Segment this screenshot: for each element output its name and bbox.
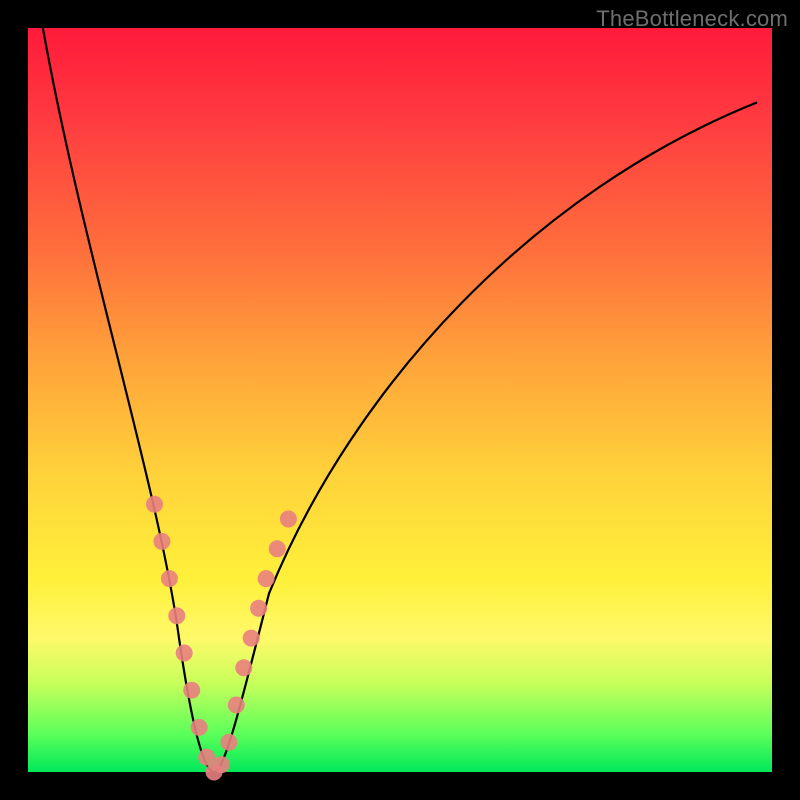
watermark-text: TheBottleneck.com <box>596 6 788 32</box>
data-marker <box>280 511 297 528</box>
data-marker <box>235 659 252 676</box>
data-marker <box>161 570 178 587</box>
curve-layer <box>43 28 757 772</box>
data-marker <box>220 734 237 751</box>
data-marker <box>243 630 260 647</box>
data-marker <box>176 645 193 662</box>
bottleneck-curve <box>43 28 757 772</box>
chart-frame: TheBottleneck.com <box>0 0 800 800</box>
chart-svg <box>28 28 772 772</box>
data-marker <box>258 570 275 587</box>
data-marker <box>183 682 200 699</box>
data-marker <box>191 719 208 736</box>
data-marker <box>146 496 163 513</box>
data-marker <box>269 540 286 557</box>
marker-layer <box>146 496 297 781</box>
data-marker <box>228 697 245 714</box>
data-marker <box>213 756 230 773</box>
plot-area <box>28 28 772 772</box>
data-marker <box>198 749 215 766</box>
data-marker <box>153 533 170 550</box>
data-marker <box>168 607 185 624</box>
data-marker <box>250 600 267 617</box>
